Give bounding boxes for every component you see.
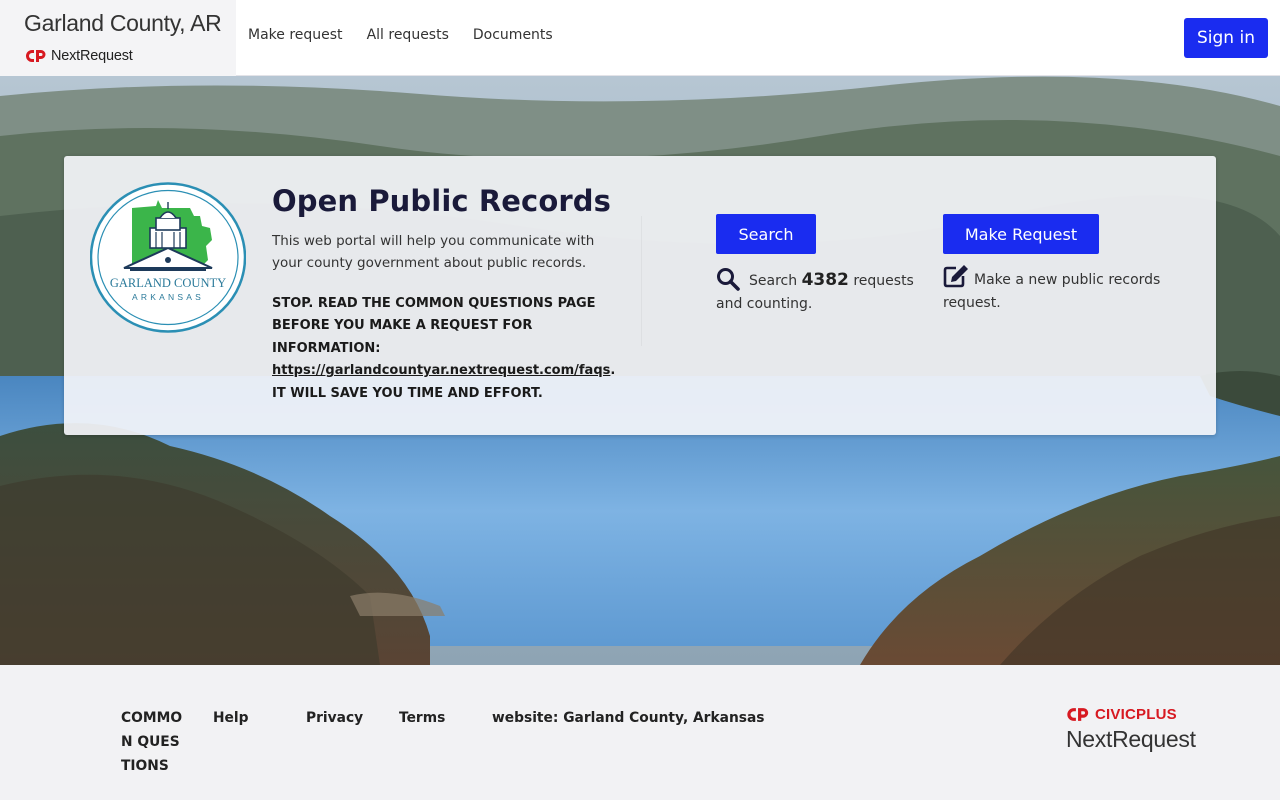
request-count: 4382 — [801, 270, 849, 290]
page-title: Open Public Records — [272, 184, 611, 218]
warning-text: STOP. READ THE COMMON QUESTIONS PAGE BEF… — [272, 296, 596, 356]
search-prefix: Search — [749, 273, 798, 289]
sign-in-button[interactable]: Sign in — [1184, 18, 1268, 58]
portal-description: This web portal will help you communicat… — [272, 233, 595, 271]
civicplus-footer-logo[interactable]: CIVICPLUS NextRequest — [1066, 706, 1196, 753]
brand-area[interactable]: Garland County, AR NextRequest — [0, 0, 236, 76]
search-description: Search 4382 requests and counting. — [716, 268, 916, 316]
search-icon — [717, 268, 740, 291]
make-request-text: Make a new public records request. — [943, 272, 1161, 311]
make-request-button[interactable]: Make Request — [943, 214, 1099, 254]
nav-all-requests[interactable]: All requests — [367, 27, 449, 43]
faq-link[interactable]: https://garlandcountyar.nextrequest.com/… — [272, 363, 610, 378]
hero-section: GARLAND COUNTY ARKANSAS Open Public Reco… — [0, 76, 1280, 665]
civicplus-text: CIVICPLUS — [1095, 706, 1177, 723]
nextrequest-logo: NextRequest — [25, 48, 133, 64]
nav-documents[interactable]: Documents — [473, 27, 553, 43]
edit-icon — [943, 265, 968, 288]
footer-common-questions-link[interactable]: COMMON QUESTIONS — [121, 706, 183, 778]
footer-website-link[interactable]: website: Garland County, Arkansas — [492, 706, 765, 730]
public-records-card: GARLAND COUNTY ARKANSAS Open Public Reco… — [64, 156, 1216, 435]
nextrequest-text: NextRequest — [1066, 726, 1196, 752]
main-nav: Make request All requests Documents — [248, 0, 577, 70]
brand-title[interactable]: Garland County, AR — [24, 10, 222, 37]
civicplus-mark: CIVICPLUS — [1066, 706, 1196, 723]
civicplus-logo-icon — [26, 50, 46, 62]
garland-county-seal: GARLAND COUNTY ARKANSAS — [90, 182, 246, 333]
make-request-action: Make Request Make a new public records r… — [943, 214, 1173, 315]
seal-bottom-text: ARKANSAS — [132, 292, 204, 302]
top-header: Garland County, AR NextRequest Make requ… — [0, 0, 1280, 76]
footer-privacy-link[interactable]: Privacy — [306, 706, 363, 730]
search-button[interactable]: Search — [716, 214, 816, 254]
make-request-description: Make a new public records request. — [943, 265, 1173, 315]
search-action: Search Search 4382 requests and counting… — [716, 214, 916, 316]
faq-warning: STOP. READ THE COMMON QUESTIONS PAGE BEF… — [272, 293, 632, 405]
nav-make-request[interactable]: Make request — [248, 27, 343, 43]
card-divider — [641, 216, 642, 346]
footer-help-link[interactable]: Help — [213, 706, 249, 730]
seal-top-text: GARLAND COUNTY — [110, 276, 226, 290]
civicplus-logo-icon — [1067, 708, 1089, 721]
brand-product-name: NextRequest — [51, 48, 133, 64]
footer-terms-link[interactable]: Terms — [399, 706, 445, 730]
